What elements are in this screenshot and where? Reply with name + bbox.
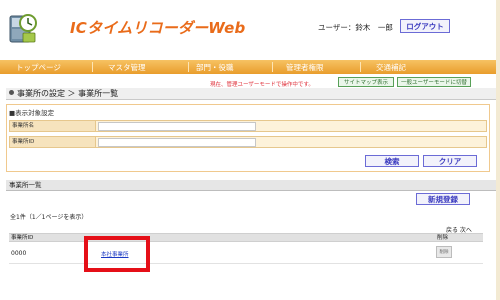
office-name-cell [96, 120, 487, 132]
nav-item-admin[interactable]: 管理者権限 [286, 62, 324, 73]
filter-panel: ■表示対象設定 事業所名 事業所ID 検索 クリア [6, 104, 490, 172]
app-title: ICタイムリコーダーWeb [70, 19, 246, 37]
nav-divider [272, 62, 273, 72]
bullet-icon [9, 90, 14, 95]
office-name-row: 事業所名 [9, 120, 487, 132]
nav-divider [188, 62, 189, 72]
delete-button[interactable]: 削除 [436, 246, 452, 258]
logout-button[interactable]: ログアウト [400, 19, 450, 33]
col-office-id: 事業所ID [11, 235, 34, 241]
office-id-input[interactable] [98, 138, 256, 147]
office-id-value: 0000 [11, 250, 27, 257]
nav-divider [360, 62, 361, 72]
search-button[interactable]: 検索 [365, 155, 419, 167]
switch-user-mode-button[interactable]: 一般ユーザーモードに切替 [397, 77, 471, 87]
nav-item-master[interactable]: マスタ管理 [108, 62, 146, 73]
clear-button[interactable]: クリア [423, 155, 477, 167]
breadcrumb: 事業所の設定 ＞ 事業所一覧 [6, 88, 496, 100]
admin-mode-warning: 現在、管理ユーザーモードで操作中です。 [210, 82, 314, 88]
col-delete: 削除 [437, 235, 449, 241]
office-name-label: 事業所名 [9, 120, 96, 132]
header: ICタイムリコーダーWeb ユーザー：鈴木 一郎 ログアウト [0, 0, 496, 58]
sitemap-button[interactable]: サイトマップ表示 [338, 77, 394, 87]
nav-item-department[interactable]: 部門・役職 [196, 62, 234, 73]
new-register-button[interactable]: 新規登録 [416, 193, 470, 205]
breadcrumb-text: 事業所の設定 ＞ 事業所一覧 [17, 89, 119, 98]
nav-divider [92, 62, 93, 72]
office-id-label: 事業所ID [9, 136, 96, 148]
office-id-row: 事業所ID [9, 136, 487, 148]
current-user-label: ユーザー：鈴木 一郎 [318, 23, 393, 32]
nav-item-top[interactable]: トップページ [16, 62, 61, 73]
result-count: 全1件（1／1ページを表示） [10, 214, 88, 221]
office-name-input[interactable] [98, 122, 256, 131]
main-nav: トップページ マスタ管理 部門・役職 管理者権限 交通補記 [0, 60, 496, 74]
table-header: 事業所ID 削除 [9, 233, 483, 242]
page: ICタイムリコーダーWeb ユーザー：鈴木 一郎 ログアウト トップページ マス… [0, 0, 500, 300]
office-list-section-title: 事業所一覧 [6, 180, 496, 191]
office-table: 事業所ID 削除 0000 本社事業所 削除 [9, 233, 483, 264]
office-id-cell [96, 136, 487, 148]
filter-heading: ■表示対象設定 [9, 109, 55, 117]
highlight-box [84, 236, 150, 272]
app-logo-icon [9, 14, 37, 43]
nav-item-transport[interactable]: 交通補記 [376, 62, 406, 73]
table-row: 0000 本社事業所 削除 [9, 242, 483, 264]
right-border [496, 0, 500, 300]
